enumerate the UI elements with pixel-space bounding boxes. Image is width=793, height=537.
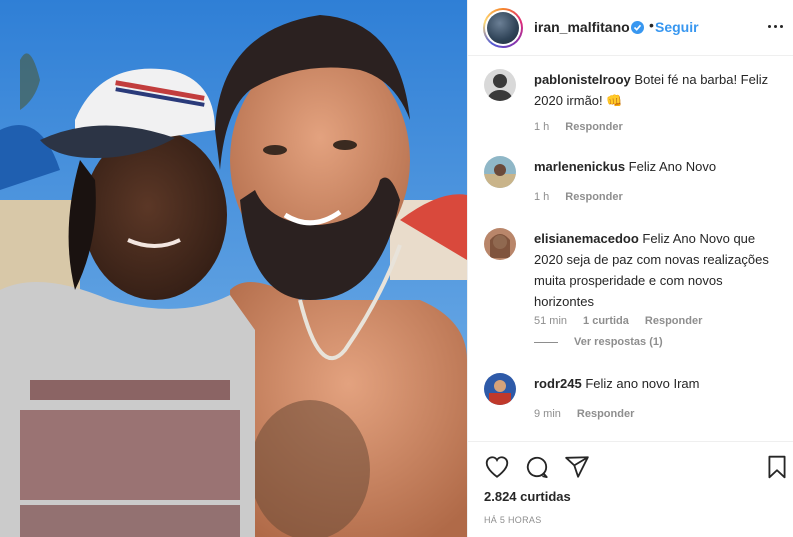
post-header: iran_malfitano • Seguir xyxy=(468,0,793,56)
comment-content: Feliz ano novo Iram xyxy=(585,376,700,391)
likes-count[interactable]: 2.824 curtidas xyxy=(484,489,571,504)
commenter-username[interactable]: pablonistelrooy xyxy=(534,72,631,87)
post-actions: 2.824 curtidas HÁ 5 HORAS xyxy=(468,441,793,537)
comment-text: pablonistelrooy Botei fé na barba! Feliz… xyxy=(534,69,784,111)
commenter-username[interactable]: elisianemacedoo xyxy=(534,231,639,246)
reply-button[interactable]: Responder xyxy=(565,121,622,133)
heart-icon[interactable] xyxy=(484,454,510,480)
view-replies-label[interactable]: Ver respostas (1) xyxy=(574,336,663,348)
commenter-username[interactable]: rodr245 xyxy=(534,376,582,391)
commenter-avatar[interactable] xyxy=(484,69,516,101)
reply-button[interactable]: Responder xyxy=(577,408,634,420)
comment-meta: 1 h Responder xyxy=(534,121,639,133)
comment-time[interactable]: 1 h xyxy=(534,191,549,203)
verified-badge-icon xyxy=(631,21,644,34)
reply-button[interactable]: Responder xyxy=(645,315,702,327)
comment-time[interactable]: 1 h xyxy=(534,121,549,133)
share-icon[interactable] xyxy=(564,454,590,480)
comment-likes[interactable]: 1 curtida xyxy=(583,315,629,327)
bookmark-icon[interactable] xyxy=(764,454,790,480)
comment-meta: 1 h Responder xyxy=(534,191,639,203)
comment-text: rodr245 Feliz ano novo Iram xyxy=(534,373,784,394)
comment-meta: 51 min 1 curtida Responder xyxy=(534,315,718,327)
comment-icon[interactable] xyxy=(524,454,550,480)
comment-text: marlenenickus Feliz Ano Novo xyxy=(534,156,784,177)
header-separator: • xyxy=(649,17,654,33)
comment-meta: 9 min Responder xyxy=(534,408,650,420)
view-replies-button[interactable]: Ver respostas (1) xyxy=(534,336,663,348)
replies-divider xyxy=(534,341,558,343)
commenter-username[interactable]: marlenenickus xyxy=(534,159,625,174)
comment-text: elisianemacedoo Feliz Ano Novo que 2020 … xyxy=(534,228,784,312)
post-side-panel: iran_malfitano • Seguir pablonistelrooy … xyxy=(467,0,793,537)
post-photo[interactable] xyxy=(0,0,467,537)
post-image xyxy=(0,0,467,537)
author-avatar[interactable] xyxy=(483,8,523,48)
comments-list: pablonistelrooy Botei fé na barba! Feliz… xyxy=(468,57,793,441)
reply-button[interactable]: Responder xyxy=(565,191,622,203)
more-options-icon[interactable] xyxy=(766,16,786,36)
post-timestamp[interactable]: HÁ 5 HORAS xyxy=(484,515,542,525)
commenter-avatar[interactable] xyxy=(484,156,516,188)
comment-content: Feliz Ano Novo xyxy=(628,159,717,174)
commenter-avatar[interactable] xyxy=(484,228,516,260)
author-username[interactable]: iran_malfitano xyxy=(534,19,630,35)
follow-button[interactable]: Seguir xyxy=(655,19,699,35)
comment-time[interactable]: 9 min xyxy=(534,408,561,420)
commenter-avatar[interactable] xyxy=(484,373,516,405)
comment-time[interactable]: 51 min xyxy=(534,315,567,327)
